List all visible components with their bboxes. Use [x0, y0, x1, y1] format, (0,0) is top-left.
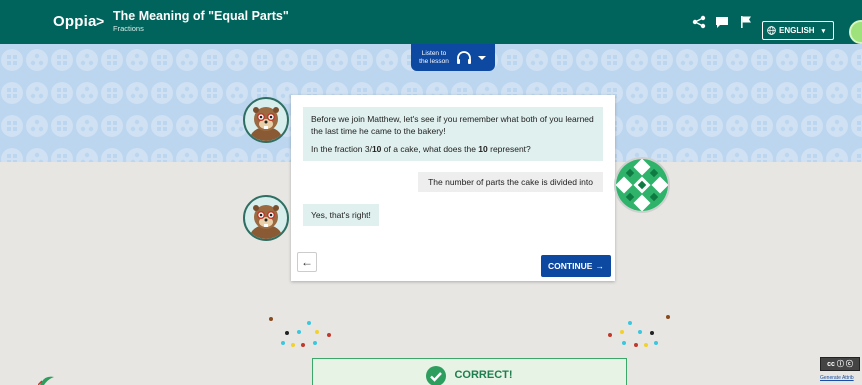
- check-circle-icon: [426, 366, 447, 385]
- globe-icon: [767, 26, 776, 35]
- flag-icon[interactable]: [739, 15, 753, 29]
- language-label: ENGLISH: [779, 26, 815, 35]
- leaf-icon: [38, 376, 54, 385]
- topic-subtitle: Fractions: [113, 24, 144, 33]
- learner-answer-bubble: The number of parts the cake is divided …: [418, 172, 603, 192]
- language-selector[interactable]: ENGLISH ▾: [762, 21, 834, 40]
- caret-down-icon: ▾: [821, 27, 826, 35]
- tutor-question-bubble: Before we join Matthew, let's see if you…: [303, 107, 603, 161]
- confetti-left: [269, 317, 331, 347]
- tutor-avatar: [243, 195, 289, 241]
- listen-to-lesson-button[interactable]: Listen to the lesson: [411, 44, 495, 71]
- share-icon[interactable]: [692, 15, 706, 29]
- correct-feedback-banner: CORRECT!: [312, 358, 627, 385]
- arrow-right-icon: →: [595, 261, 604, 271]
- top-navbar: Oppia > The Meaning of "Equal Parts" Fra…: [0, 0, 862, 44]
- continue-button[interactable]: CONTINUE →: [541, 255, 611, 277]
- feedback-icon[interactable]: [715, 15, 729, 29]
- generate-attribution-link[interactable]: Generate Attrib: [820, 375, 854, 381]
- question-intro: Before we join Matthew, let's see if you…: [311, 114, 594, 136]
- oppia-logo[interactable]: Oppia: [53, 13, 97, 30]
- lesson-title: The Meaning of "Equal Parts": [113, 9, 289, 23]
- correct-label: CORRECT!: [454, 369, 513, 381]
- headphones-icon: [457, 50, 471, 64]
- question-text: In the fraction 3/10 of a cake, what doe…: [311, 144, 531, 154]
- otter-tutor-icon: [250, 107, 282, 141]
- tutor-avatar: [243, 97, 289, 143]
- learner-pattern-icon: [616, 159, 668, 211]
- caret-down-icon[interactable]: [477, 54, 487, 62]
- tutor-feedback-bubble: Yes, that's right!: [303, 204, 379, 226]
- learner-avatar: [614, 157, 670, 213]
- creative-commons-badge: cc ⓘ ⓒ: [820, 357, 860, 371]
- profile-avatar[interactable]: [849, 20, 862, 44]
- back-button[interactable]: ←: [297, 252, 317, 272]
- confetti-right: [608, 315, 670, 347]
- continue-label: CONTINUE: [548, 261, 593, 271]
- listen-label: Listen to the lesson: [419, 49, 449, 65]
- conversation-card: Before we join Matthew, let's see if you…: [291, 95, 615, 281]
- otter-tutor-icon: [250, 205, 282, 239]
- breadcrumb-separator: >: [96, 13, 105, 29]
